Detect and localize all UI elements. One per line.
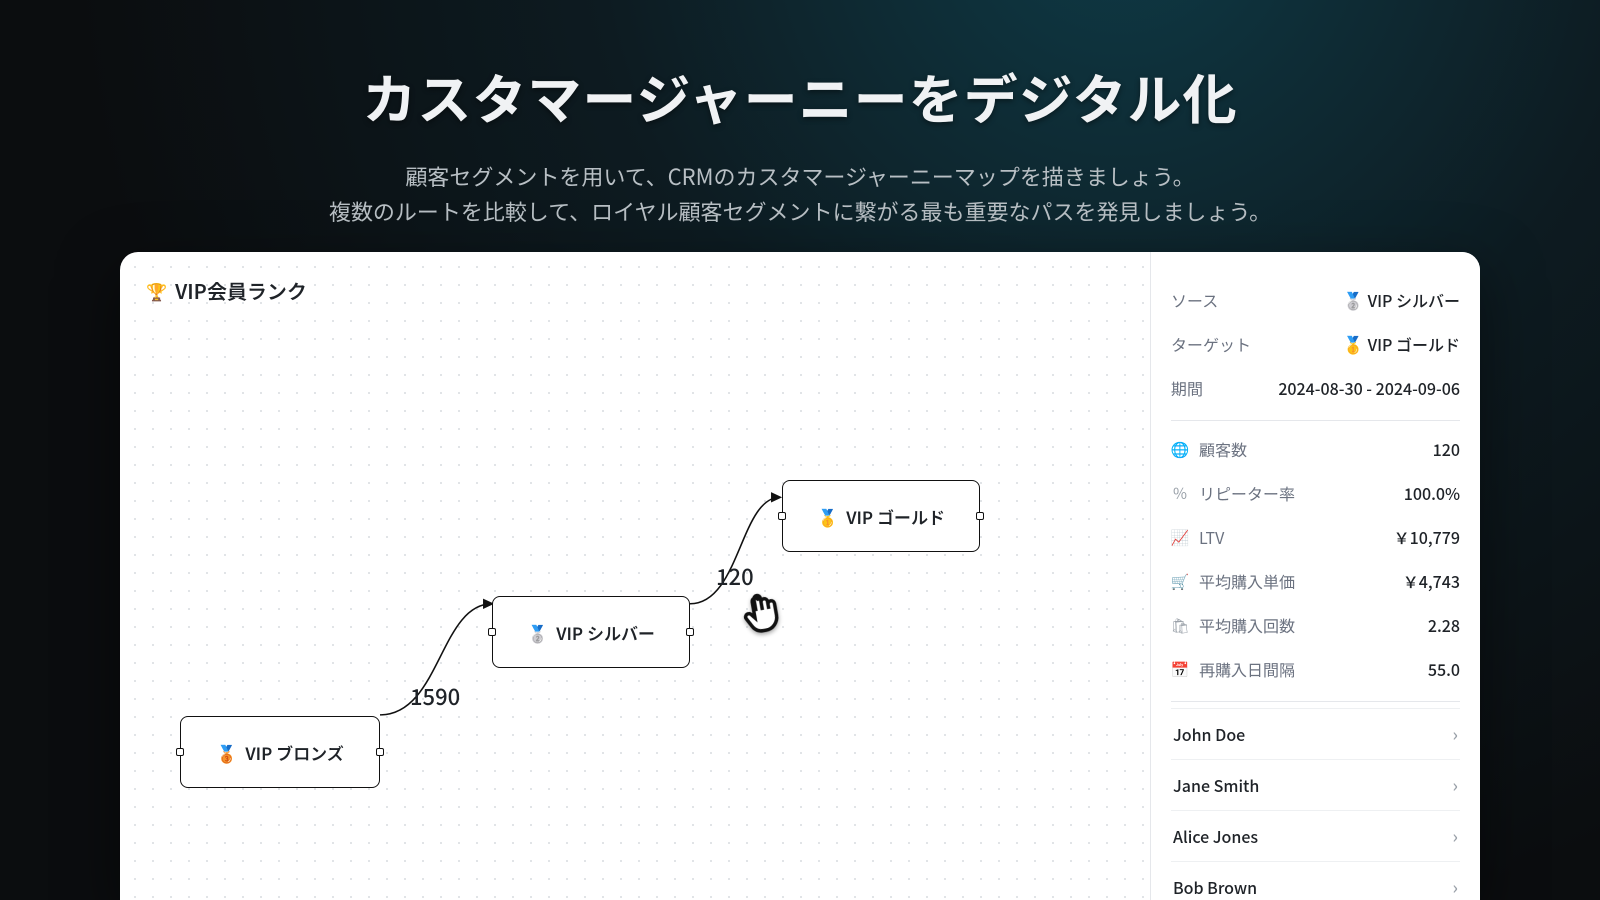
- globe-icon: 🌐: [1171, 439, 1189, 460]
- node-vip-bronze[interactable]: 🥉 VIP ブロンズ: [180, 716, 380, 788]
- metric-label: リピーター率: [1199, 481, 1295, 505]
- journey-canvas[interactable]: 🏆 VIP会員ランク 🥉 VIP ブロンズ 🥈 VIP シルバー: [120, 252, 1150, 900]
- cart-icon: 🛒: [1171, 571, 1189, 592]
- detail-panel: ソース 🥈 VIP シルバー ターゲット 🥇 VIP ゴールド 期間 2024-…: [1150, 252, 1480, 900]
- silver-medal-icon: 🥈: [1343, 287, 1364, 312]
- trophy-icon: 🏆: [146, 282, 167, 299]
- metric-label: 平均購入単価: [1199, 569, 1295, 593]
- chevron-right-icon: ›: [1452, 874, 1458, 900]
- metric-value-customers: 120: [1433, 437, 1460, 461]
- metric-label: LTV: [1199, 525, 1224, 549]
- page-subtitle-line2: 複数のルートを比較して、ロイヤル顧客セグメントに繋がる最も重要なパスを発見しまし…: [329, 195, 1271, 227]
- detail-target-label: ターゲット: [1171, 332, 1251, 356]
- gold-medal-icon: 🥇: [1343, 331, 1364, 356]
- node-port-right[interactable]: [976, 512, 984, 520]
- node-port-left[interactable]: [488, 628, 496, 636]
- node-vip-silver[interactable]: 🥈 VIP シルバー: [492, 596, 690, 668]
- detail-period-label: 期間: [1171, 376, 1203, 400]
- percent-icon: ％: [1171, 483, 1189, 504]
- user-row[interactable]: Jane Smith ›: [1171, 759, 1460, 810]
- user-name: Alice Jones: [1173, 824, 1258, 848]
- canvas-title-text: VIP会員ランク: [175, 276, 307, 305]
- chevron-right-icon: ›: [1452, 772, 1458, 798]
- detail-period-value: 2024-08-30 - 2024-09-06: [1278, 376, 1460, 400]
- user-row[interactable]: Alice Jones ›: [1171, 810, 1460, 861]
- gold-medal-icon: 🥇: [817, 508, 838, 525]
- calendar-icon: 📅: [1171, 659, 1189, 680]
- chart-icon: 📈: [1171, 527, 1189, 548]
- detail-source-label: ソース: [1171, 288, 1218, 312]
- canvas-title: 🏆 VIP会員ランク: [146, 276, 307, 305]
- chevron-right-icon: ›: [1452, 721, 1458, 747]
- metric-label: 再購入日間隔: [1199, 657, 1295, 681]
- metric-value-avg-price: ￥4,743: [1403, 569, 1460, 593]
- node-port-right[interactable]: [376, 748, 384, 756]
- user-name: John Doe: [1173, 722, 1245, 746]
- node-port-left[interactable]: [176, 748, 184, 756]
- detail-source-value: VIP シルバー: [1368, 288, 1460, 312]
- user-name: Bob Brown: [1173, 875, 1257, 899]
- user-row[interactable]: John Doe ›: [1171, 708, 1460, 759]
- bronze-medal-icon: 🥉: [216, 744, 237, 761]
- edges-svg: [120, 252, 1150, 900]
- metric-label: 平均購入回数: [1199, 613, 1295, 637]
- user-row[interactable]: Bob Brown ›: [1171, 861, 1460, 900]
- silver-medal-icon: 🥈: [527, 624, 548, 641]
- journey-card: 🏆 VIP会員ランク 🥉 VIP ブロンズ 🥈 VIP シルバー: [120, 252, 1480, 900]
- edge-label-bronze-silver: 1590: [410, 680, 460, 712]
- node-label: VIP ゴールド: [846, 504, 945, 529]
- page-title: カスタマージャーニーをデジタル化: [0, 56, 1600, 135]
- page-subtitle-line1: 顧客セグメントを用いて、CRMのカスタマージャーニーマップを描きましょう。: [405, 160, 1194, 192]
- node-vip-gold[interactable]: 🥇 VIP ゴールド: [782, 480, 980, 552]
- node-label: VIP ブロンズ: [245, 740, 343, 765]
- chevron-right-icon: ›: [1452, 823, 1458, 849]
- metric-value-avg-count: 2.28: [1428, 613, 1460, 637]
- node-port-left[interactable]: [778, 512, 786, 520]
- hand-pointer-icon: [733, 582, 793, 642]
- metric-value-repeat-rate: 100.0%: [1404, 481, 1460, 505]
- node-port-right[interactable]: [686, 628, 694, 636]
- metric-label: 顧客数: [1199, 437, 1247, 461]
- user-name: Jane Smith: [1173, 773, 1259, 797]
- metric-value-ltv: ￥10,779: [1394, 525, 1460, 549]
- pointer-hand-icon: [733, 582, 796, 656]
- bag-icon: 🛍: [1171, 615, 1189, 636]
- detail-target-value: VIP ゴールド: [1368, 332, 1460, 356]
- node-label: VIP シルバー: [556, 620, 655, 645]
- metric-value-interval: 55.0: [1428, 657, 1460, 681]
